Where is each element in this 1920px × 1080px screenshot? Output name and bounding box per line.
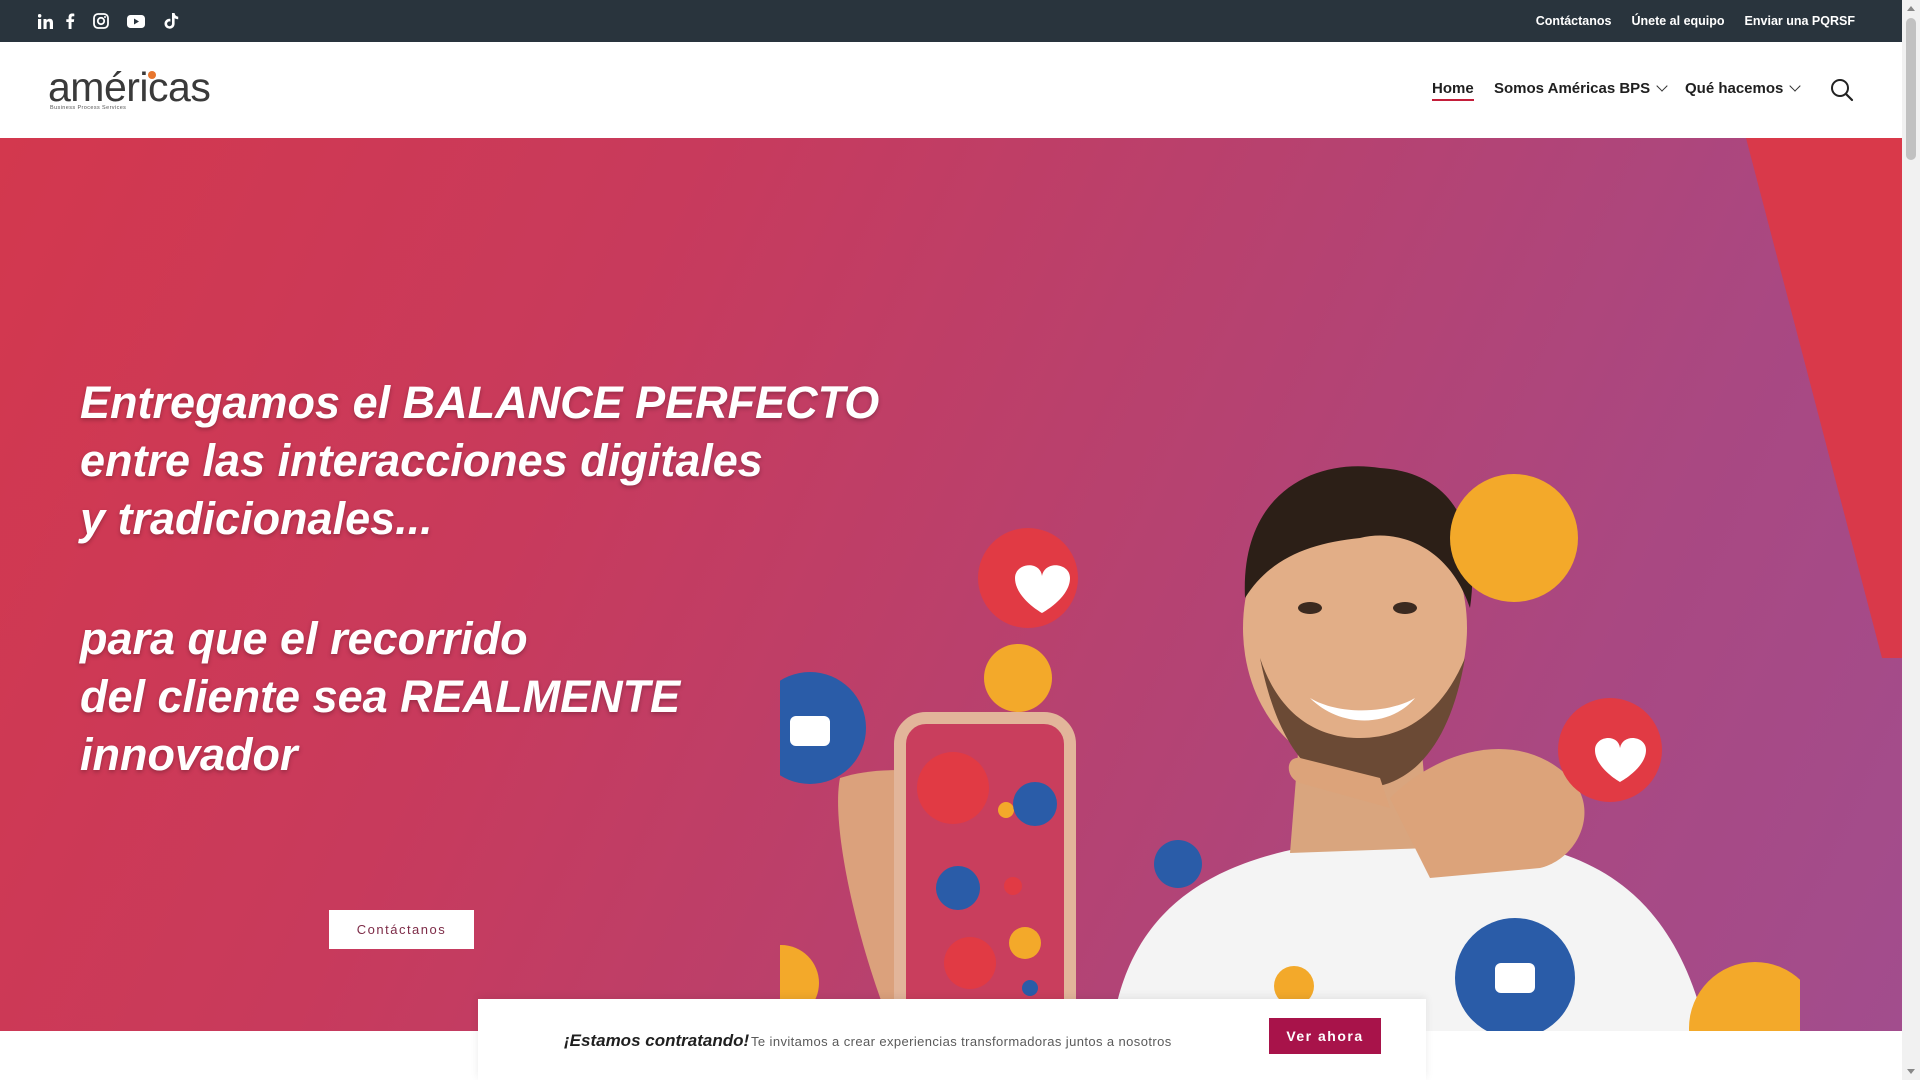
utility-links: Contáctanos Únete al equipo Enviar una P… [1536,0,1855,42]
hero-headline: Entregamos el BALANCE PERFECTO entre las… [80,374,880,784]
headline-line: Entregamos el BALANCE PERFECTO [80,377,880,428]
logo[interactable]: américas Business Process Services [48,64,228,114]
chevron-down-icon [1656,80,1668,92]
hiring-title: ¡Estamos contratando! [564,1031,750,1050]
youtube-icon[interactable] [126,12,146,30]
headline-spacer [80,548,880,610]
nav-somos-label: Somos Américas BPS [1494,80,1651,97]
scroll-up-arrow-icon[interactable] [1907,6,1915,11]
hiring-banner: ¡Estamos contratando! Te invitamos a cre… [478,999,1426,1080]
main-header: américas Business Process Services Home … [0,42,1902,138]
headline-line: entre las interacciones digitales [80,435,763,486]
logo-tagline: Business Process Services [50,105,127,111]
instagram-icon[interactable] [92,12,110,30]
nav-somos[interactable]: Somos Américas BPS [1494,80,1668,97]
tiktok-icon[interactable] [162,12,180,30]
hero-person-illustration [780,466,1800,1031]
top-utility-bar: Contáctanos Únete al equipo Enviar una P… [0,0,1902,42]
scroll-thumb[interactable] [1906,18,1916,160]
facebook-icon[interactable] [61,12,79,30]
scroll-down-arrow-icon[interactable] [1907,1069,1915,1074]
hero-banner: Entregamos el BALANCE PERFECTO entre las… [0,138,1902,1031]
logo-wordmark: américas [48,64,211,110]
logo-mark-icon [148,71,156,79]
nav-que-hacemos-label: Qué hacemos [1685,80,1784,97]
nav-que-hacemos[interactable]: Qué hacemos [1685,80,1802,97]
nav-home-label: Home [1432,80,1474,101]
ver-ahora-button[interactable]: Ver ahora [1269,1018,1381,1054]
chevron-down-icon [1789,80,1802,92]
page-scrollbar[interactable] [1902,0,1920,1080]
linkedin-icon[interactable] [37,12,55,30]
search-icon[interactable] [1830,78,1854,102]
topbar-link-contactanos[interactable]: Contáctanos [1536,14,1612,28]
nav-home[interactable]: Home [1432,80,1474,101]
hero-contact-button[interactable]: Contáctanos [329,910,474,949]
headline-line: del cliente sea REALMENTE [80,671,681,722]
headline-line: para que el recorrido [80,613,528,664]
topbar-link-unete[interactable]: Únete al equipo [1631,14,1724,28]
topbar-link-pqrsf[interactable]: Enviar una PQRSF [1745,14,1855,28]
headline-line: innovador [80,729,298,780]
hiring-subtitle: Te invitamos a crear experiencias transf… [751,1034,1172,1049]
headline-line: y tradicionales... [80,493,433,544]
